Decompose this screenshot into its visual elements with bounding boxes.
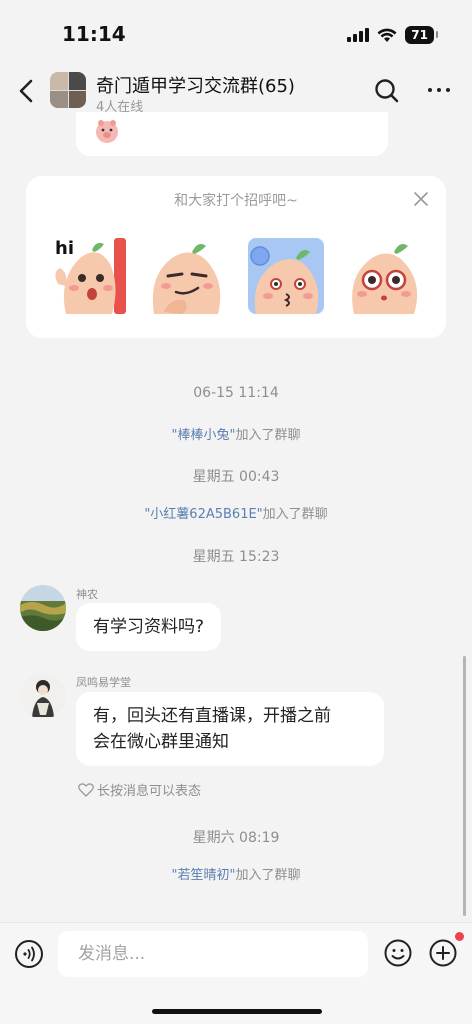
message-bubble[interactable]: 有，回头还有直播课，开播之前 会在微心群里通知	[76, 692, 384, 766]
sender-name: 神农	[76, 588, 98, 601]
more-options-icon[interactable]	[428, 88, 450, 92]
input-bar	[0, 922, 472, 1024]
emoji-icon[interactable]	[384, 939, 412, 967]
group-title[interactable]: 奇门遁甲学习交流群(65)	[96, 72, 295, 98]
reaction-hint: 长按消息可以表态	[78, 780, 201, 799]
hi-peach-sticker[interactable]: hi	[52, 234, 132, 316]
previous-message-card	[76, 112, 388, 156]
system-join-message: "棒棒小兔"加入了群聊	[0, 424, 472, 443]
timestamp-separator: 星期六 08:19	[192, 830, 280, 846]
system-join-message: "小红薯62A5B61E"加入了群聊	[0, 503, 472, 522]
timestamp-separator: 星期五 15:23	[192, 549, 280, 565]
message-text: 会在微心群里通知	[93, 732, 229, 752]
timestamp-separator: 星期五 00:43	[192, 469, 280, 485]
status-time: 11:14	[62, 22, 126, 46]
back-arrow-icon[interactable]	[16, 78, 38, 104]
hi-text: hi	[55, 238, 74, 259]
heart-icon	[78, 782, 94, 797]
wifi-icon	[377, 28, 397, 42]
sender-name: 凤鸣易学堂	[76, 676, 131, 689]
timestamp-separator: 06-15 11:14	[193, 385, 279, 401]
cellular-signal-icon	[347, 28, 370, 42]
join-suffix: 加入了群聊	[235, 428, 301, 443]
home-indicator	[152, 1009, 322, 1014]
group-avatar[interactable]	[50, 72, 86, 108]
close-icon[interactable]	[414, 192, 428, 206]
system-join-message: "若笙晴初"加入了群聊	[0, 864, 472, 883]
plus-icon[interactable]	[429, 939, 457, 967]
message-text: 有学习资料吗?	[93, 617, 205, 637]
avatar[interactable]	[20, 585, 66, 631]
notification-dot	[455, 932, 464, 941]
joined-user-link[interactable]: "小红薯62A5B61E"	[144, 507, 262, 522]
join-suffix: 加入了群聊	[262, 507, 328, 522]
status-icons: 71	[347, 26, 438, 44]
stare-peach-sticker[interactable]	[344, 234, 424, 316]
greeting-title: 和大家打个招呼吧~	[174, 193, 298, 209]
kiss-peach-sticker[interactable]	[246, 234, 326, 316]
greeting-card: 和大家打个招呼吧~ hi	[26, 176, 446, 338]
battery-indicator: 71	[405, 26, 438, 44]
hint-text: 长按消息可以表态	[97, 784, 202, 799]
pig-sticker-icon	[96, 120, 118, 143]
message-input[interactable]	[58, 931, 368, 977]
join-suffix: 加入了群聊	[235, 868, 301, 883]
avatar[interactable]	[20, 673, 66, 719]
status-bar: 11:14 71	[0, 0, 472, 62]
search-icon[interactable]	[374, 78, 400, 104]
joined-user-link[interactable]: "棒棒小兔"	[172, 428, 236, 443]
message-text: 有，回头还有直播课，开播之前	[93, 706, 331, 726]
message-bubble[interactable]: 有学习资料吗?	[76, 603, 222, 651]
smirk-peach-sticker[interactable]	[146, 234, 226, 316]
scrollbar[interactable]	[463, 656, 466, 916]
voice-icon[interactable]	[14, 939, 44, 969]
joined-user-link[interactable]: "若笙晴初"	[172, 868, 236, 883]
